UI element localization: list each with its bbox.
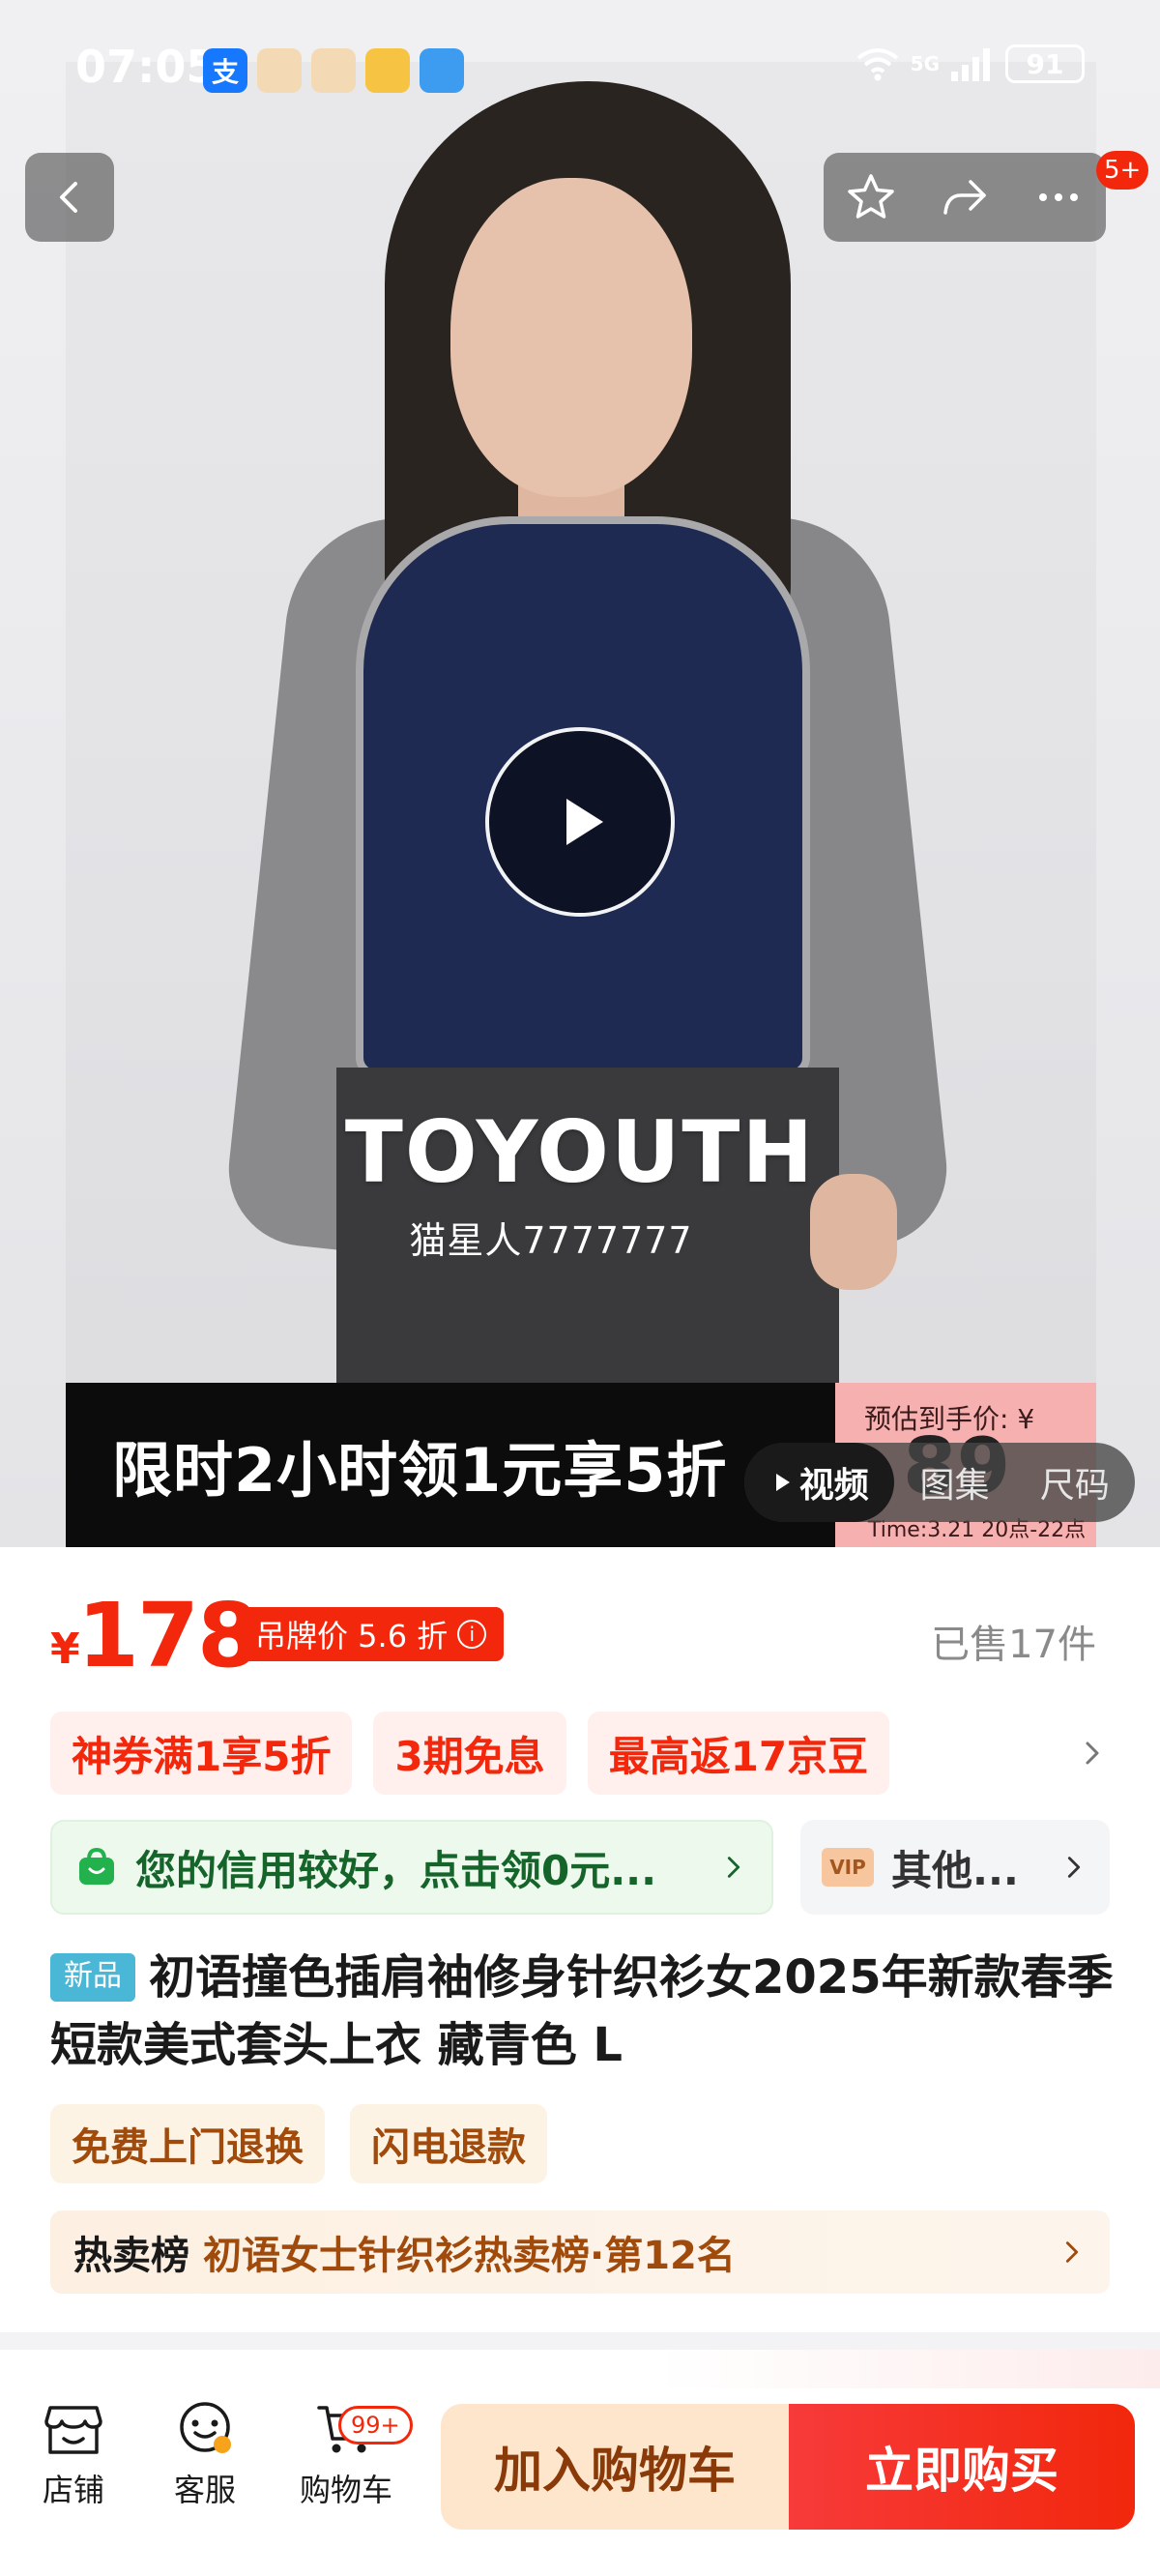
promotion-more-button[interactable]	[1063, 1712, 1121, 1795]
ranking-label: 热卖榜	[73, 2234, 189, 2278]
customer-service-icon	[180, 2402, 231, 2453]
share-button[interactable]	[938, 170, 992, 224]
chevron-right-icon	[1086, 1742, 1099, 1765]
user-watermark: 猫星人7777777	[409, 1219, 693, 1262]
status-bar: 07:05 支 5G 91	[0, 0, 1160, 135]
vip-icon: VIP	[822, 1848, 874, 1887]
back-button[interactable]	[25, 153, 114, 242]
currency-symbol: ¥	[50, 1625, 80, 1674]
status-app-icons: 支	[203, 48, 464, 93]
shop-button[interactable]: 店铺	[15, 2400, 131, 2510]
weather-icon	[420, 48, 464, 93]
shop-label: 店铺	[42, 2472, 104, 2508]
shop-icon	[44, 2406, 102, 2454]
product-title-block: 新品 初语撞色插肩袖修身针织衫女2025年新款春季短款美式套头上衣 藏青色 L	[50, 1944, 1114, 2079]
promotion-tag[interactable]: 3期免息	[373, 1712, 566, 1795]
play-video-button[interactable]	[485, 727, 675, 917]
cart-label: 购物车	[299, 2472, 392, 2508]
weibo-icon	[365, 48, 410, 93]
share-icon	[943, 180, 986, 215]
media-tab-bar: 视频 图集 尺码	[744, 1443, 1135, 1522]
chevron-right-icon	[1065, 2241, 1079, 2263]
chevron-right-icon	[1067, 1857, 1081, 1878]
app-mascot-icon	[257, 48, 302, 93]
more-button[interactable]	[1031, 170, 1086, 224]
chevron-right-icon	[727, 1857, 740, 1878]
customer-service-label: 客服	[173, 2472, 236, 2508]
sold-count: 已售17件	[931, 1623, 1096, 1667]
tab-size-label: 尺码	[1039, 1466, 1110, 1506]
product-title: 初语撞色插肩袖修身针织衫女2025年新款春季短款美式套头上衣 藏青色 L	[50, 1950, 1114, 2072]
credit-offer[interactable]: 您的信用较好，点击领0元...	[50, 1820, 773, 1915]
battery-icon: 91	[1005, 44, 1085, 83]
price-row: ¥ 178 吊牌价 5.6 折 i 已售17件	[0, 1547, 1160, 1702]
vip-offer[interactable]: VIP 其他...	[800, 1820, 1110, 1915]
brand-watermark: TOYOUTH	[344, 1102, 816, 1202]
wifi-icon	[856, 48, 898, 81]
cart-count-badge: 99+	[338, 2406, 413, 2444]
shopping-bag-icon	[79, 1847, 114, 1885]
service-tag[interactable]: 免费上门退换	[50, 2104, 325, 2183]
section-divider	[0, 2332, 1160, 2350]
model-face	[450, 178, 692, 497]
top-action-group	[824, 153, 1106, 242]
credit-offer-text: 您的信用较好，点击领0元...	[135, 1846, 657, 1894]
play-icon	[566, 799, 603, 845]
customer-service-button[interactable]: 客服	[147, 2400, 263, 2510]
alipay-icon: 支	[203, 48, 247, 93]
service-tag[interactable]: 闪电退款	[350, 2104, 547, 2183]
bottom-action-bar: 店铺 客服 购物车 99+ 加入购物车 立即购买	[0, 2350, 1160, 2576]
message-badge: 5+	[1096, 151, 1149, 190]
tab-video[interactable]: 视频	[744, 1443, 895, 1522]
add-to-cart-button[interactable]: 加入购物车	[441, 2404, 789, 2530]
tag-price-badge[interactable]: 吊牌价 5.6 折 i	[238, 1607, 505, 1661]
buy-now-button[interactable]: 立即购买	[789, 2404, 1135, 2530]
chevron-left-icon	[60, 182, 77, 213]
play-small-icon	[775, 1474, 790, 1491]
tab-video-label: 视频	[798, 1466, 869, 1506]
info-icon: i	[457, 1620, 487, 1649]
promo-banner[interactable]: 限时2小时领1元享5折	[66, 1383, 835, 1547]
promotion-tag[interactable]: 神券满1享5折	[50, 1712, 353, 1795]
price-value: 178	[77, 1584, 259, 1687]
status-time: 07:05	[75, 41, 218, 93]
ranking-banner[interactable]: 热卖榜 初语女士针织衫热卖榜·第12名	[50, 2210, 1110, 2294]
service-tags: 免费上门退换 闪电退款	[50, 2104, 547, 2183]
tab-size[interactable]: 尺码	[1015, 1443, 1135, 1522]
app-mascot-icon	[311, 48, 356, 93]
product-gallery[interactable]: TOYOUTH 猫星人7777777 07:05 支 5G 91 5+ 限时2小…	[0, 0, 1160, 1547]
bottom-glow	[657, 2350, 1160, 2388]
star-icon	[847, 174, 894, 219]
promo-banner-text: 限时2小时领1元享5折	[112, 1435, 728, 1506]
promotion-row[interactable]: 神券满1享5折 3期免息 最高返17京豆	[50, 1712, 1121, 1795]
tab-gallery[interactable]: 图集	[894, 1443, 1014, 1522]
signal-icon	[951, 48, 990, 81]
tag-price-label: 吊牌价 5.6 折	[255, 1618, 449, 1654]
tab-gallery-label: 图集	[919, 1466, 990, 1506]
network-label: 5G	[910, 52, 940, 75]
new-product-badge: 新品	[50, 1953, 135, 2002]
promotion-tag[interactable]: 最高返17京豆	[587, 1712, 890, 1795]
status-indicators: 5G 91	[855, 44, 1085, 83]
ranking-text: 初语女士针织衫热卖榜·第12名	[203, 2234, 736, 2278]
vip-offer-text: 其他...	[891, 1846, 1019, 1894]
favorite-button[interactable]	[844, 170, 898, 224]
more-icon	[1039, 193, 1079, 201]
